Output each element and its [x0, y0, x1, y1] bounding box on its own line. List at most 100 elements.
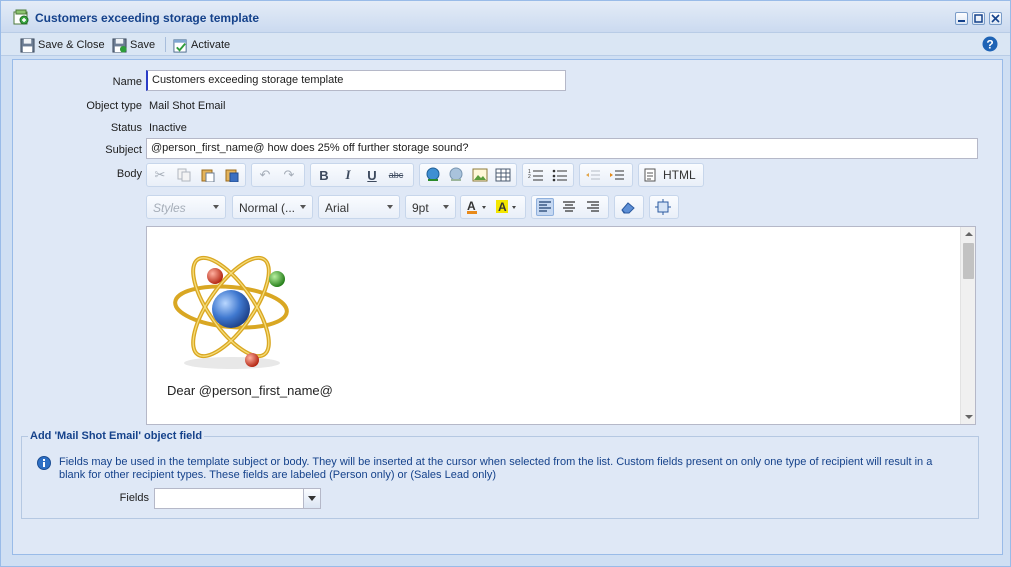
link-icon	[426, 167, 440, 181]
atom-logo-image	[173, 255, 289, 369]
highlight-color-icon: A	[496, 200, 516, 214]
bullet-list-icon	[552, 169, 567, 182]
history-group: ↶ ↷	[251, 163, 305, 187]
redo-icon: ↷	[283, 167, 295, 182]
html-source-label: HTML	[663, 168, 696, 182]
paste-icon	[201, 169, 215, 182]
add-field-legend: Add 'Mail Shot Email' object field	[28, 430, 205, 442]
paste-word-button[interactable]	[223, 166, 241, 184]
bold-button[interactable]: B	[315, 166, 333, 184]
minimize-icon	[958, 20, 965, 22]
paste-button[interactable]	[199, 166, 217, 184]
svg-text:A: A	[498, 200, 507, 214]
chevron-down-icon[interactable]	[303, 489, 320, 508]
object-type-value: Mail Shot Email	[149, 100, 226, 112]
main-toolbar: Save & Close Save Activate	[1, 33, 1010, 56]
text-color-button[interactable]: A	[465, 198, 489, 216]
color-group: A A	[460, 195, 526, 219]
remove-format-button[interactable]	[619, 198, 637, 216]
maximize-editor-button[interactable]	[654, 198, 672, 216]
unlink-button[interactable]	[448, 166, 466, 184]
image-button[interactable]	[471, 166, 489, 184]
svg-text:2: 2	[528, 174, 531, 180]
numbered-list-button[interactable]: 12	[527, 166, 545, 184]
info-icon	[37, 456, 51, 470]
size-combo[interactable]: 9pt	[405, 195, 456, 219]
template-window: Customers exceeding storage template Sav…	[0, 0, 1011, 567]
fields-label: Fields	[119, 492, 149, 504]
scissors-icon: ✂	[154, 167, 166, 182]
activate-icon	[173, 38, 187, 53]
outdent-icon	[586, 170, 600, 180]
body-label: Body	[116, 168, 142, 180]
source-group[interactable]: HTML	[638, 163, 704, 187]
maximize-button[interactable]	[972, 12, 985, 25]
activate-button[interactable]: Activate	[173, 36, 230, 54]
scroll-up-icon[interactable]	[965, 232, 973, 236]
cut-button[interactable]: ✂	[151, 166, 169, 184]
add-field-info-text: Fields may be used in the template subje…	[59, 456, 933, 481]
format-combo[interactable]: Normal (...	[232, 195, 313, 219]
text-style-group: B I U abc	[310, 163, 414, 187]
italic-button[interactable]: I	[339, 166, 357, 184]
copy-button[interactable]	[175, 166, 193, 184]
background-color-button[interactable]: A	[495, 198, 519, 216]
underline-button[interactable]: U	[363, 166, 381, 184]
link-button[interactable]	[424, 166, 442, 184]
strikethrough-icon: abc	[388, 170, 404, 180]
status-label: Status	[110, 122, 142, 134]
align-group	[531, 195, 609, 219]
undo-button[interactable]: ↶	[256, 166, 274, 184]
unlink-icon	[449, 167, 463, 181]
format-combo-value: Normal (...	[239, 201, 296, 215]
status-value: Inactive	[149, 122, 187, 134]
editor-scrollbar[interactable]	[960, 227, 975, 424]
name-input[interactable]: Customers exceeding storage template	[146, 70, 566, 91]
help-icon[interactable]: ?	[982, 36, 998, 52]
table-icon	[495, 168, 511, 182]
name-label: Name	[112, 76, 142, 88]
save-close-button[interactable]: Save & Close	[20, 36, 105, 54]
font-combo[interactable]: Arial	[318, 195, 400, 219]
align-center-icon	[563, 201, 575, 212]
numbered-list-icon: 12	[528, 169, 543, 181]
body-content-text: Dear @person_first_name@	[167, 383, 333, 398]
underline-icon: U	[367, 167, 377, 183]
bullet-list-button[interactable]	[551, 166, 569, 184]
chevron-down-icon	[387, 205, 393, 209]
subject-input[interactable]: @person_first_name@ how does 25% off fur…	[146, 138, 978, 159]
italic-icon: I	[345, 167, 351, 182]
insert-group	[419, 163, 517, 187]
indent-button[interactable]	[608, 166, 626, 184]
indent-group	[579, 163, 633, 187]
chevron-down-icon	[213, 205, 219, 209]
window-title: Customers exceeding storage template	[35, 11, 260, 25]
scroll-down-icon[interactable]	[965, 415, 973, 419]
align-right-button[interactable]	[584, 198, 602, 216]
save-button[interactable]: Save	[112, 36, 155, 54]
align-left-button[interactable]	[536, 198, 554, 216]
copy-icon	[177, 168, 191, 182]
close-button[interactable]	[989, 12, 1002, 25]
table-button[interactable]	[495, 166, 513, 184]
undo-icon: ↶	[259, 167, 271, 182]
template-icon	[13, 9, 29, 25]
styles-combo[interactable]: Styles	[146, 195, 226, 219]
minimize-button[interactable]	[955, 12, 968, 25]
html-source-icon	[644, 168, 656, 182]
maximize-editor-group	[649, 195, 679, 219]
scroll-thumb[interactable]	[963, 243, 974, 279]
align-center-button[interactable]	[560, 198, 578, 216]
maximize-icon	[974, 14, 983, 23]
size-combo-value: 9pt	[412, 201, 429, 215]
fields-combo[interactable]	[154, 488, 321, 509]
body-editor[interactable]: Dear @person_first_name@	[146, 226, 976, 425]
strikethrough-button[interactable]: abc	[387, 166, 405, 184]
list-group: 12	[522, 163, 574, 187]
align-left-icon	[539, 201, 551, 212]
chevron-down-icon	[300, 205, 306, 209]
align-right-icon	[587, 201, 599, 212]
svg-text:?: ?	[986, 38, 993, 52]
redo-button[interactable]: ↷	[280, 166, 298, 184]
outdent-button[interactable]	[584, 166, 602, 184]
